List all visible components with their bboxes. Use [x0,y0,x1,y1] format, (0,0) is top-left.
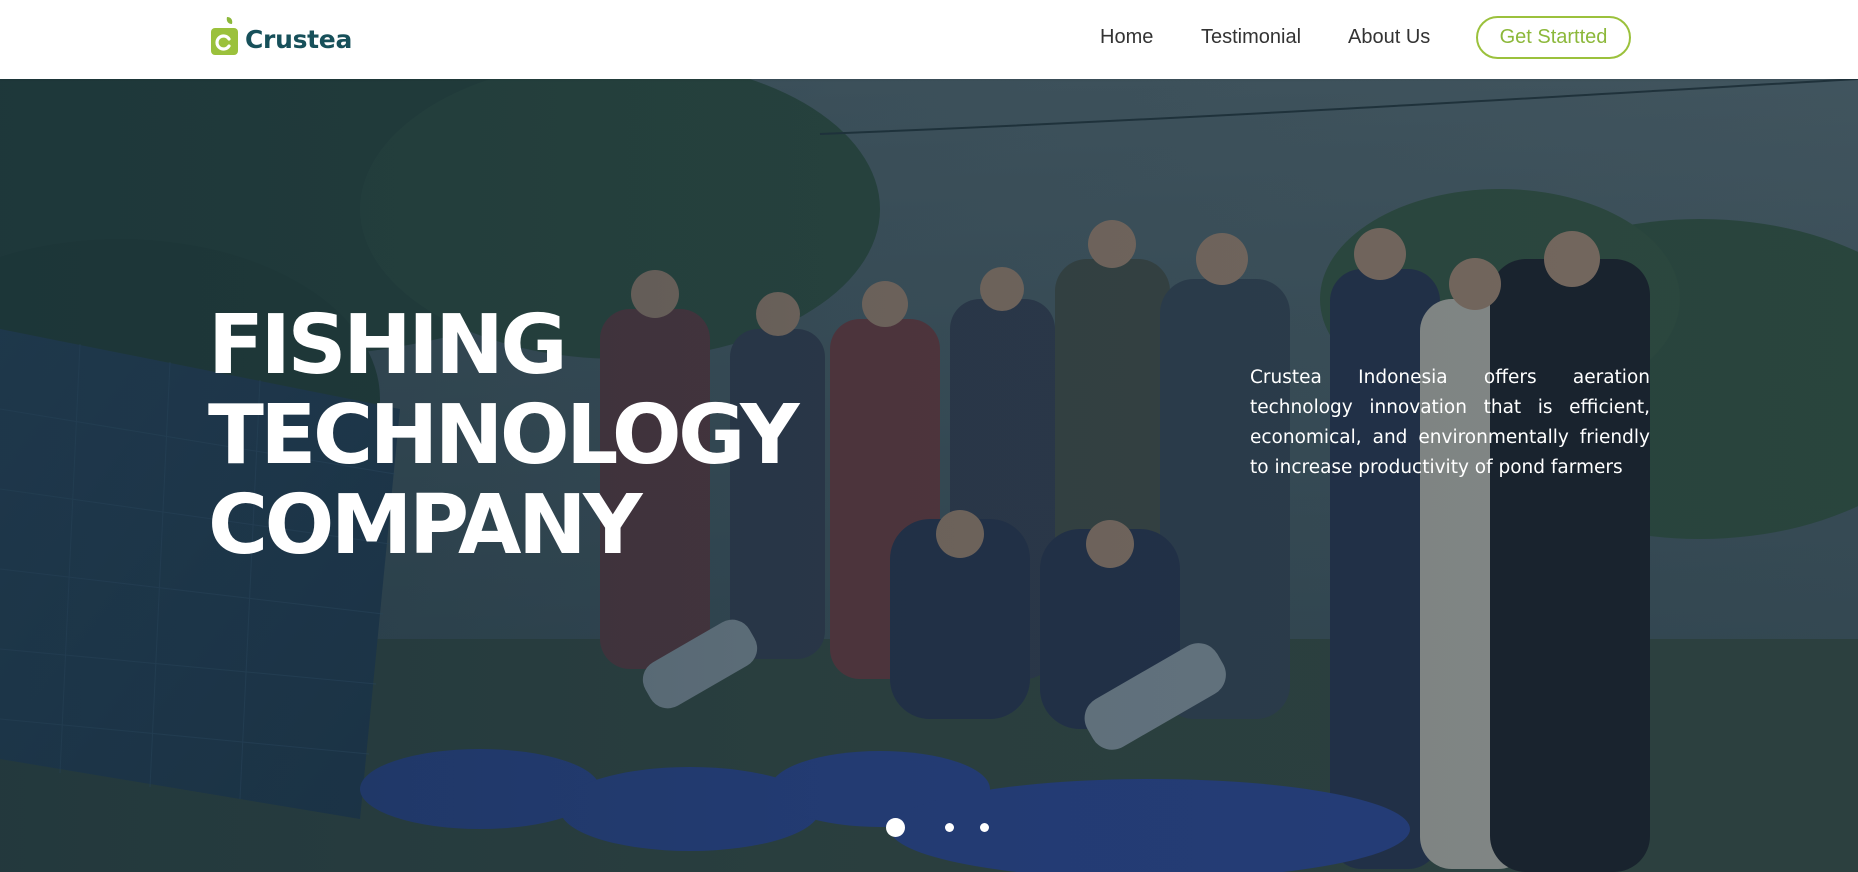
get-started-button[interactable]: Get Startted [1476,16,1631,59]
nav-link-testimonial[interactable]: Testimonial [1201,22,1301,52]
brand-name: Crustea [245,24,353,54]
brand-logo[interactable]: Crustea [210,15,352,57]
hero-title-line: TECHNOLOGY [208,388,800,483]
carousel-dot[interactable] [980,823,989,832]
hero-title: FISHING TECHNOLOGY COMPANY [208,301,828,571]
hero-title-line: COMPANY [208,478,643,573]
leaf-c-logo-icon [211,17,238,55]
nav-link-about-us[interactable]: About Us [1348,22,1430,52]
hero-description: Crustea Indonesia offers aeration techno… [1250,367,1650,478]
nav-link-home[interactable]: Home [1100,22,1153,52]
hero-section: FISHING TECHNOLOGY COMPANY Crustea Indon… [0,79,1858,872]
carousel-dot-active[interactable] [886,818,905,837]
hero-title-line: FISHING [208,298,568,393]
top-navbar: Crustea Home Testimonial About Us Get St… [0,0,1858,79]
carousel-dot[interactable] [945,823,954,832]
